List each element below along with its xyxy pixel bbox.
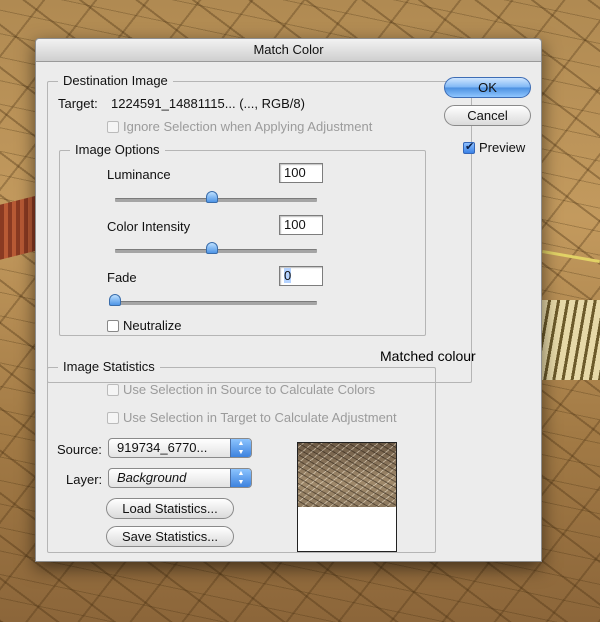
source-label: Source: (57, 442, 102, 457)
source-thumbnail-image (298, 443, 396, 507)
dialog-title: Match Color (36, 39, 541, 62)
target-value: 1224591_14881115... (..., RGB/8) (111, 96, 305, 111)
neutralize-box[interactable] (107, 320, 119, 332)
save-statistics-button[interactable]: Save Statistics... (106, 526, 234, 547)
luminance-slider-thumb[interactable] (205, 191, 218, 203)
layer-label: Layer: (66, 472, 103, 487)
fade-label: Fade (107, 270, 137, 285)
ignore-selection-box (107, 121, 119, 133)
image-statistics-legend: Image Statistics (58, 359, 160, 374)
luminance-field[interactable]: 100 (279, 163, 323, 183)
luminance-slider[interactable] (115, 191, 317, 203)
preview-label: Preview (479, 140, 526, 155)
use-target-selection-checkbox: Use Selection in Target to Calculate Adj… (107, 410, 397, 425)
color-intensity-field[interactable]: 100 (279, 215, 323, 235)
use-target-selection-box (107, 412, 119, 424)
popup-arrows-icon: ▲ ▼ (230, 469, 251, 487)
background-bench (542, 300, 600, 380)
ok-button[interactable]: OK (444, 77, 531, 98)
luminance-label: Luminance (107, 167, 171, 182)
fade-slider-thumb[interactable] (109, 294, 121, 306)
destination-image-legend: Destination Image (58, 73, 173, 88)
background-rope (542, 249, 600, 264)
ignore-selection-checkbox: Ignore Selection when Applying Adjustmen… (107, 119, 372, 134)
layer-popup[interactable]: Background ▲ ▼ (108, 468, 252, 488)
source-thumbnail (297, 442, 397, 552)
layer-popup-value: Background (117, 470, 187, 485)
color-intensity-slider[interactable] (115, 242, 317, 254)
preview-checkbox[interactable]: Preview (463, 140, 525, 155)
cancel-button[interactable]: Cancel (444, 105, 531, 126)
popup-arrows-icon: ▲ ▼ (230, 439, 251, 457)
target-label: Target: (58, 96, 98, 111)
use-target-selection-label: Use Selection in Target to Calculate Adj… (123, 410, 397, 425)
fade-slider[interactable] (109, 294, 317, 306)
source-popup-value: 919734_6770... (117, 440, 208, 455)
use-source-selection-box (107, 384, 119, 396)
source-popup[interactable]: 919734_6770... ▲ ▼ (108, 438, 252, 458)
use-source-selection-checkbox: Use Selection in Source to Calculate Col… (107, 382, 375, 397)
matched-colour-annotation: Matched colour (380, 348, 476, 364)
neutralize-label: Neutralize (123, 318, 182, 333)
color-intensity-label: Color Intensity (107, 219, 191, 234)
match-color-dialog: Match Color Destination Image Target: 12… (35, 38, 542, 562)
ignore-selection-label: Ignore Selection when Applying Adjustmen… (123, 119, 373, 134)
color-intensity-slider-thumb[interactable] (205, 242, 218, 254)
neutralize-checkbox[interactable]: Neutralize (107, 318, 182, 333)
load-statistics-button[interactable]: Load Statistics... (106, 498, 234, 519)
preview-check-icon[interactable] (463, 140, 475, 154)
fade-field[interactable]: 0 (279, 266, 323, 286)
background-crate (0, 195, 38, 260)
use-source-selection-label: Use Selection in Source to Calculate Col… (123, 382, 376, 397)
image-options-legend: Image Options (70, 142, 165, 157)
